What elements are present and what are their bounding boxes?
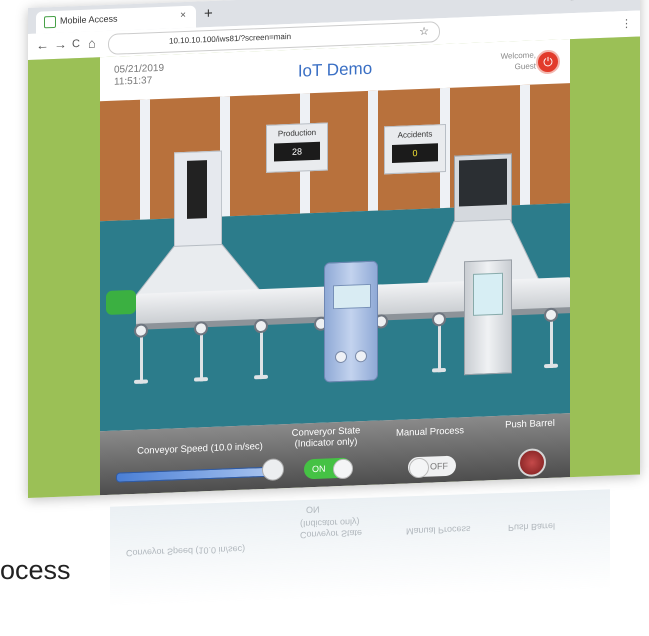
bookmark-star-icon[interactable]: ☆ <box>419 25 429 38</box>
accidents-label: Accidents <box>397 129 433 140</box>
toggle-knob <box>333 458 353 480</box>
push-barrel-label: Push Barrel <box>505 417 555 431</box>
slide-scene: Mobile Access × + – ☐ ✕ ← → C ⌂ 10.10.10… <box>0 0 649 636</box>
reflection-toggle-text: ON <box>306 504 320 515</box>
conveyor-foot <box>432 367 446 373</box>
tab-close-icon[interactable]: × <box>180 10 186 21</box>
conveyor-speed-slider[interactable] <box>116 466 274 483</box>
reload-icon[interactable]: C <box>72 38 80 50</box>
url-text: 10.10.10.100/iws81/?screen=main <box>169 31 292 46</box>
production-label: Production <box>277 127 317 139</box>
accidents-value: 0 <box>392 143 438 164</box>
page-background: 05/21/2019 11:51:37 IoT Demo Welcome, Gu… <box>28 36 640 499</box>
conveyor-speed-knob[interactable] <box>262 458 284 482</box>
reflection-push-label: Push Barrel <box>508 521 556 533</box>
manual-process-toggle[interactable]: OFF <box>408 455 456 479</box>
accidents-counter: Accidents 0 <box>384 123 446 175</box>
conveyor-leg <box>550 313 553 368</box>
tank-bolt <box>335 350 347 364</box>
conveyor-state-toggle[interactable]: ON <box>304 457 353 480</box>
conveyor-motor <box>106 289 136 316</box>
toggle-off-text: OFF <box>430 460 448 472</box>
push-barrel-button[interactable] <box>518 448 546 478</box>
tank-window <box>333 283 371 310</box>
toggle-knob <box>409 457 429 479</box>
conveyor-speed-label: Conveyor Speed (10.0 in/sec) <box>137 440 263 457</box>
conveyor-state-label: Converyor State (Indicator only) <box>286 425 366 450</box>
home-icon[interactable]: ⌂ <box>88 35 96 50</box>
conveyor-leg <box>140 329 143 384</box>
reflection-speed-label: Conveyor Speed (10.0 in/sec) <box>126 544 246 559</box>
tab-title: Mobile Access <box>60 13 118 26</box>
process-tank <box>324 260 378 383</box>
reflection: Conveyor Speed (10.0 in/sec) Conveyor St… <box>110 489 610 607</box>
window-controls[interactable]: – ☐ ✕ <box>534 0 632 5</box>
reflection-manual-label: Manual Process <box>406 524 471 537</box>
scada-app: 05/21/2019 11:51:37 IoT Demo Welcome, Gu… <box>100 39 570 496</box>
conveyor-leg <box>200 327 203 382</box>
conveyor-leg <box>260 324 263 380</box>
slide-caption-fragment: ocess <box>0 555 71 585</box>
favicon-icon <box>44 15 56 29</box>
scanner-stand <box>464 259 512 376</box>
browser-menu-icon[interactable]: ⋮ <box>621 17 632 30</box>
conveyor-leg <box>438 318 441 373</box>
reflection-state-label-2: (Indicator only) <box>300 517 360 530</box>
conveyor-foot <box>254 374 268 380</box>
production-value: 28 <box>274 141 320 162</box>
conveyor-foot <box>134 379 148 384</box>
browser-window: Mobile Access × + – ☐ ✕ ← → C ⌂ 10.10.10… <box>28 0 640 499</box>
conveyor-foot <box>194 377 208 382</box>
manual-process-label: Manual Process <box>395 425 465 439</box>
tank-bolt <box>355 349 367 363</box>
production-counter: Production 28 <box>266 122 328 173</box>
new-tab-button[interactable]: + <box>204 5 213 22</box>
reflection-state-label-1: Conveyor State <box>300 527 363 541</box>
conveyor-foot <box>544 363 558 369</box>
scanner-window <box>473 272 503 316</box>
forward-icon[interactable]: → <box>54 37 67 52</box>
back-icon[interactable]: ← <box>36 37 49 52</box>
toggle-on-text: ON <box>312 463 326 475</box>
conveyor-state-line2: (Indicator only) <box>294 436 358 450</box>
